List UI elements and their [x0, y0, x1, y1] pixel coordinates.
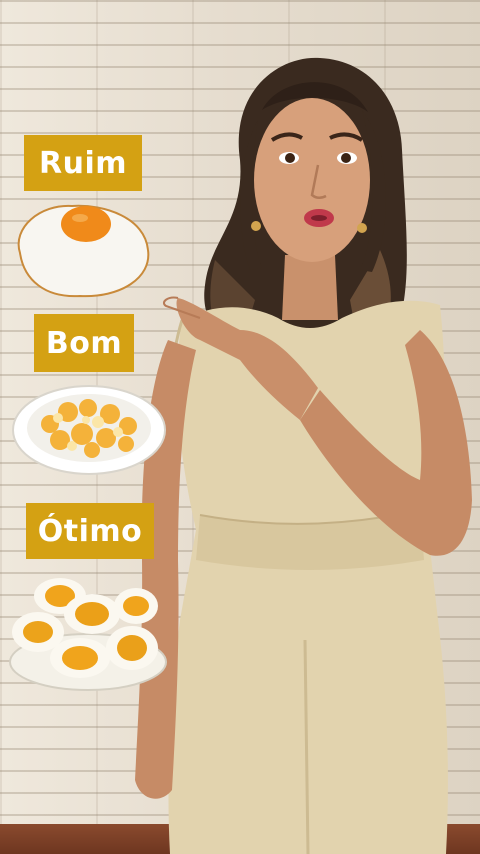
boiled-eggs-image [9, 578, 167, 691]
video-frame: Ruim Bom Ótimo [0, 0, 480, 854]
label-ruim: Ruim [24, 135, 142, 191]
label-otimo: Ótimo [26, 503, 154, 559]
label-bom: Bom [34, 314, 134, 372]
fried-egg-image [17, 204, 150, 298]
scrambled-eggs-image [12, 385, 166, 475]
